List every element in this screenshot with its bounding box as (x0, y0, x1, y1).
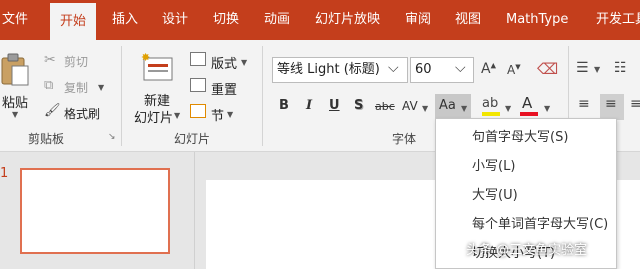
change-case-dropdown-icon[interactable]: ▼ (461, 104, 467, 113)
layout-icon (190, 52, 206, 66)
group-divider (121, 46, 122, 146)
font-name-dropdown-icon[interactable]: ⌵ (388, 60, 399, 76)
slide-thumbnail-pane: 1 (0, 152, 195, 269)
paste-icon[interactable] (0, 52, 30, 86)
paste-button[interactable]: 粘贴 (2, 92, 28, 111)
italic-button[interactable]: I (306, 98, 312, 113)
paste-dropdown-icon[interactable]: ▼ (12, 110, 18, 119)
svg-text:✸: ✸ (141, 51, 150, 64)
character-spacing-dropdown-icon[interactable]: ▼ (422, 104, 428, 113)
grow-font-icon[interactable]: A▲ (481, 61, 496, 77)
tab-developer[interactable]: 开发工具 (596, 0, 640, 40)
menu-item-uppercase[interactable]: 大写(U) (472, 184, 518, 203)
copy-button[interactable]: 复制 (64, 79, 88, 96)
font-color-bar (520, 112, 538, 116)
shrink-font-icon[interactable]: A▼ (507, 63, 521, 77)
tab-mathtype[interactable]: MathType (506, 0, 568, 40)
slides-group-label: 幻灯片 (174, 132, 211, 146)
tab-home[interactable]: 开始 (50, 3, 97, 40)
menu-item-capitalize-each-word[interactable]: 每个单词首字母大写(C) (472, 213, 608, 232)
new-slide-icon[interactable]: ✸ (140, 50, 174, 84)
font-size-dropdown-icon[interactable]: ⌵ (455, 60, 466, 76)
section-icon (190, 104, 206, 118)
new-slide-button-line2[interactable]: 幻灯片 (134, 107, 173, 126)
change-case-button[interactable]: Aa (439, 98, 456, 113)
section-dropdown-icon[interactable]: ▼ (227, 110, 233, 119)
highlight-icon[interactable]: ab (482, 96, 498, 111)
shadow-button[interactable]: S (354, 98, 363, 113)
align-left-icon[interactable]: ≡ (578, 96, 590, 112)
clipboard-group-label: 剪贴板 (28, 132, 65, 146)
bullets-icon[interactable]: ☰ (576, 60, 589, 76)
clipboard-launcher-icon[interactable]: ↘ (108, 132, 116, 142)
strikethrough-button[interactable]: abc (375, 100, 395, 113)
underline-button[interactable]: U (329, 98, 340, 113)
font-color-icon[interactable]: A (522, 94, 532, 112)
reset-icon (190, 78, 206, 92)
numbering-icon[interactable]: ☷ (614, 60, 627, 76)
font-color-dropdown-icon[interactable]: ▼ (544, 104, 550, 113)
scissors-icon: ✂ (44, 52, 56, 68)
group-divider (262, 46, 263, 146)
character-spacing-button[interactable]: AV (402, 99, 418, 113)
highlight-dropdown-icon[interactable]: ▼ (505, 104, 511, 113)
new-slide-dropdown-icon[interactable]: ▼ (174, 111, 180, 120)
highlight-color-bar (482, 112, 500, 116)
menu-item-lowercase[interactable]: 小写(L) (472, 155, 515, 174)
clear-formatting-icon[interactable]: ⌫ (537, 60, 558, 78)
reset-button[interactable]: 重置 (211, 79, 237, 98)
tab-slideshow[interactable]: 幻灯片放映 (315, 0, 380, 40)
slide-thumbnail[interactable] (20, 168, 170, 254)
layout-dropdown-icon[interactable]: ▼ (241, 58, 247, 67)
copy-icon: ⧉ (44, 78, 54, 93)
menu-item-sentence-case[interactable]: 句首字母大写(S) (472, 126, 568, 145)
tab-design[interactable]: 设计 (162, 0, 188, 40)
align-right-icon[interactable]: ≡ (630, 96, 640, 112)
format-painter-icon: 🖌 (44, 103, 61, 118)
cut-button[interactable]: 剪切 (64, 53, 88, 70)
tab-animations[interactable]: 动画 (264, 0, 290, 40)
bullets-dropdown-icon[interactable]: ▼ (594, 65, 600, 74)
section-button[interactable]: 节 (211, 105, 224, 124)
slide-number: 1 (0, 166, 9, 181)
tab-transitions[interactable]: 切换 (213, 0, 239, 40)
font-name-value: 等线 Light (标题) (277, 62, 380, 77)
layout-button[interactable]: 版式 (211, 53, 237, 72)
tab-file[interactable]: 文件 (2, 0, 28, 40)
align-center-icon[interactable]: ≡ (605, 96, 617, 112)
watermark-text: 头条 @三文鱼实验室 (466, 243, 588, 258)
tab-review[interactable]: 审阅 (405, 0, 431, 40)
font-size-value: 60 (415, 62, 432, 77)
tab-view[interactable]: 视图 (455, 0, 481, 40)
copy-dropdown-icon[interactable]: ▼ (98, 83, 104, 92)
ribbon-tab-bar: 文件 开始 插入 设计 切换 动画 幻灯片放映 审阅 视图 MathType 开… (0, 0, 640, 40)
format-painter-button[interactable]: 格式刷 (64, 105, 100, 122)
font-group-label: 字体 (392, 132, 417, 146)
bold-button[interactable]: B (279, 98, 289, 113)
tab-insert[interactable]: 插入 (112, 0, 138, 40)
